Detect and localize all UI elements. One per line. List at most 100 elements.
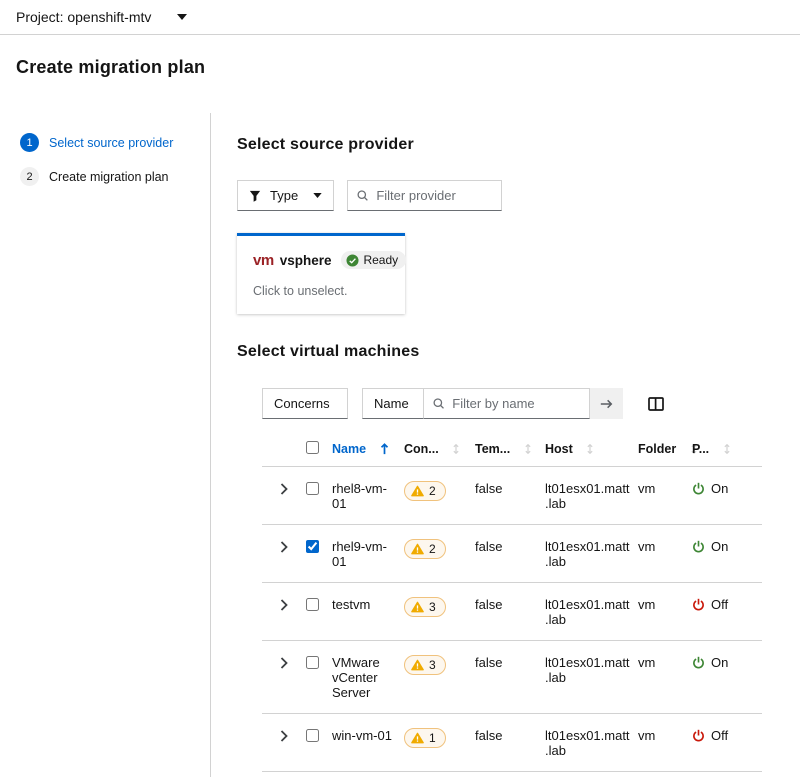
vm-name-cell: VMware vCenter Server [332, 640, 404, 714]
sort-icon [587, 443, 593, 454]
column-header-folder[interactable]: Folder [638, 432, 697, 467]
sort-ascending-icon [380, 442, 388, 454]
power-indicator: On [692, 539, 728, 554]
column-header-name[interactable]: Name [332, 432, 404, 467]
step-number-badge: 1 [20, 133, 39, 152]
power-indicator: On [692, 655, 728, 670]
expand-row-button[interactable] [278, 728, 290, 744]
sort-icon [525, 443, 531, 454]
table-row: VMware vCenter Server 3 false lt01esx01.… [262, 640, 762, 714]
concerns-filter-label: Concerns [274, 396, 330, 411]
template-cell: false [475, 466, 545, 525]
table-row: testvm 3 false lt01esx01.matt.lab vm Off [262, 582, 762, 641]
template-cell: false [475, 640, 545, 714]
type-filter-label: Type [270, 188, 299, 203]
host-cell: lt01esx01.matt.lab [545, 582, 638, 641]
host-cell: lt01esx01.matt.lab [545, 466, 638, 525]
row-select-checkbox[interactable] [306, 540, 319, 553]
vmware-logo: vm [253, 251, 274, 269]
table-row: win-vm-01 1 false lt01esx01.matt.lab vm … [262, 713, 762, 772]
expand-row-button[interactable] [278, 539, 290, 555]
check-circle-icon [346, 253, 359, 267]
expand-row-button[interactable] [278, 655, 290, 671]
chevron-right-icon [280, 599, 288, 611]
status-text: Ready [363, 253, 399, 267]
chevron-down-icon [177, 14, 188, 20]
provider-card-header: vm vsphere Ready [253, 251, 407, 269]
concerns-badge[interactable]: 3 [404, 655, 446, 675]
host-cell: lt01esx01.matt.lab [545, 640, 638, 714]
vm-name-cell: win-vm-01 [332, 713, 404, 772]
warning-triangle-icon [411, 543, 424, 555]
column-header-host[interactable]: Host [545, 432, 638, 467]
warning-triangle-icon [411, 485, 424, 497]
search-icon [357, 190, 368, 201]
chevron-right-icon [280, 730, 288, 742]
row-select-checkbox[interactable] [306, 656, 319, 669]
manage-columns-button[interactable] [648, 396, 664, 411]
row-select-checkbox[interactable] [306, 598, 319, 611]
folder-cell: vm [638, 466, 692, 525]
wizard: 1 Select source provider 2 Create migrat… [0, 113, 800, 777]
row-select-checkbox[interactable] [306, 729, 319, 742]
concerns-badge[interactable]: 2 [404, 481, 446, 501]
expand-row-button[interactable] [278, 481, 290, 497]
provider-toolbar: Type [237, 180, 800, 211]
concerns-badge[interactable]: 3 [404, 597, 446, 617]
apply-filter-button[interactable] [590, 388, 623, 419]
concerns-badge[interactable]: 1 [404, 728, 446, 748]
template-cell: false [475, 713, 545, 772]
column-header-template[interactable]: Tem... [475, 432, 545, 467]
host-cell: lt01esx01.matt.lab [545, 713, 638, 772]
warning-triangle-icon [411, 659, 424, 671]
vm-section-heading: Select virtual machines [237, 343, 420, 360]
row-select-checkbox[interactable] [306, 482, 319, 495]
masthead: Project: openshift-mtv [0, 0, 800, 35]
vm-toolbar: Concerns Name [262, 388, 800, 419]
wizard-main: Select source provider Type vm vsphere R… [211, 113, 800, 777]
power-icon [693, 540, 704, 553]
vm-name-cell: rhel8-vm-01 [332, 466, 404, 525]
vm-table: Name Con... Tem... Host Folder P... rhel… [262, 432, 762, 772]
vm-name-search-input[interactable] [452, 396, 580, 411]
step-label: Create migration plan [49, 169, 169, 184]
template-cell: false [475, 582, 545, 641]
folder-cell: vm [638, 713, 692, 772]
table-row: rhel8-vm-01 2 false lt01esx01.matt.lab v… [262, 466, 762, 525]
power-indicator: Off [692, 728, 728, 743]
power-icon [693, 656, 704, 669]
name-filter-dropdown[interactable]: Name [362, 388, 423, 419]
status-badge: Ready [341, 251, 407, 269]
project-selector-label[interactable]: Project: openshift-mtv [16, 9, 151, 25]
column-header-power[interactable]: P... [692, 432, 762, 467]
select-all-checkbox[interactable] [306, 441, 319, 454]
sort-icon [453, 443, 459, 454]
power-indicator: On [692, 481, 728, 496]
chevron-right-icon [280, 657, 288, 669]
project-selector-caret[interactable] [177, 14, 188, 20]
provider-search [347, 180, 503, 211]
wizard-step-select-source-provider[interactable]: 1 Select source provider [20, 133, 210, 152]
vm-name-cell: rhel9-vm-01 [332, 524, 404, 583]
type-filter-dropdown[interactable]: Type [237, 180, 335, 211]
provider-card-vsphere[interactable]: vm vsphere Ready Click to unselect. [237, 233, 407, 314]
table-row: rhel9-vm-01 2 false lt01esx01.matt.lab v… [262, 524, 762, 583]
vm-table-header-row: Name Con... Tem... Host Folder P... [262, 432, 762, 467]
step-number-badge: 2 [20, 167, 39, 186]
power-icon [693, 729, 704, 742]
concerns-badge[interactable]: 2 [404, 539, 446, 559]
page-title: Create migration plan [16, 57, 206, 77]
name-filter-label: Name [374, 396, 409, 411]
provider-name: vsphere [279, 252, 332, 268]
step-label: Select source provider [49, 135, 174, 150]
power-icon [693, 598, 704, 611]
column-header-concerns[interactable]: Con... [404, 432, 475, 467]
wizard-step-create-migration-plan[interactable]: 2 Create migration plan [20, 167, 210, 186]
wizard-nav: 1 Select source provider 2 Create migrat… [0, 113, 211, 777]
concerns-filter-dropdown[interactable]: Concerns [262, 388, 348, 419]
chevron-right-icon [280, 541, 288, 553]
folder-cell: vm [638, 524, 692, 583]
provider-section-heading: Select source provider [237, 136, 414, 153]
provider-search-input[interactable] [376, 188, 493, 203]
expand-row-button[interactable] [278, 597, 290, 613]
